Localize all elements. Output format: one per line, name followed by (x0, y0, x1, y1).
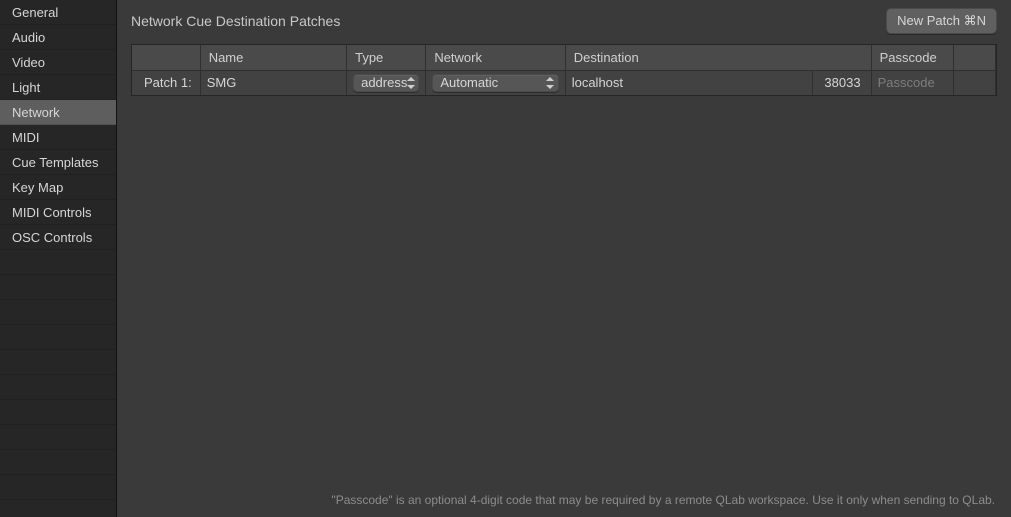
new-patch-button-label: New Patch ⌘N (897, 13, 986, 28)
sidebar-item-empty: . (0, 325, 116, 350)
sidebar-item-empty: . (0, 375, 116, 400)
footer-note: "Passcode" is an optional 4-digit code t… (331, 493, 995, 507)
sidebar-item-label: MIDI Controls (12, 205, 91, 220)
sidebar-item-empty: . (0, 475, 116, 500)
col-header-blank (132, 45, 200, 70)
sidebar-item-label: MIDI (12, 130, 39, 145)
updown-arrows-icon (546, 77, 554, 89)
sidebar-item-general[interactable]: General (0, 0, 116, 25)
patch-name-value: SMG (207, 75, 237, 90)
sidebar-item-label: General (12, 5, 58, 20)
sidebar-item-label: Light (12, 80, 40, 95)
port-value: 38033 (824, 75, 860, 90)
sidebar-item-midi[interactable]: MIDI (0, 125, 116, 150)
patch-port-cell[interactable]: 38033 (813, 70, 871, 95)
sidebar-item-cue-templates[interactable]: Cue Templates (0, 150, 116, 175)
page-title: Network Cue Destination Patches (131, 13, 886, 29)
col-header-name: Name (200, 45, 346, 70)
updown-arrows-icon (407, 77, 414, 89)
patch-network-cell: Automatic (426, 70, 565, 95)
sidebar-item-empty: . (0, 275, 116, 300)
patch-label-cell: Patch 1: (132, 70, 200, 95)
sidebar-item-label: Network (12, 105, 60, 120)
sidebar: General Audio Video Light Network MIDI C… (0, 0, 117, 517)
sidebar-item-label: Key Map (12, 180, 63, 195)
destination-value: localhost (572, 75, 623, 90)
patch-type-cell: address (347, 70, 426, 95)
table-row: Patch 1: SMG address (132, 70, 996, 95)
sidebar-item-label: OSC Controls (12, 230, 92, 245)
network-select-value: Automatic (440, 75, 498, 90)
patch-table: Name Type Network Destination Passcode P… (132, 45, 996, 95)
type-select[interactable]: address (353, 74, 419, 92)
type-select-value: address (361, 75, 407, 90)
sidebar-item-light[interactable]: Light (0, 75, 116, 100)
empty-area (117, 96, 1011, 517)
sidebar-item-network[interactable]: Network (0, 100, 116, 125)
network-select[interactable]: Automatic (432, 74, 558, 92)
app-root: General Audio Video Light Network MIDI C… (0, 0, 1011, 517)
sidebar-item-label: Audio (12, 30, 45, 45)
patch-destination-cell[interactable]: localhost (565, 70, 813, 95)
header-row: Network Cue Destination Patches New Patc… (117, 0, 1011, 36)
sidebar-item-empty: . (0, 400, 116, 425)
new-patch-button[interactable]: New Patch ⌘N (886, 8, 997, 34)
sidebar-item-empty: . (0, 450, 116, 475)
table-header-row: Name Type Network Destination Passcode (132, 45, 996, 70)
sidebar-item-audio[interactable]: Audio (0, 25, 116, 50)
sidebar-item-empty: . (0, 250, 116, 275)
sidebar-item-label: Video (12, 55, 45, 70)
sidebar-item-empty: . (0, 300, 116, 325)
sidebar-item-midi-controls[interactable]: MIDI Controls (0, 200, 116, 225)
patch-name-cell[interactable]: SMG (200, 70, 346, 95)
sidebar-item-video[interactable]: Video (0, 50, 116, 75)
sidebar-item-empty: . (0, 350, 116, 375)
patch-passcode-cell[interactable]: Passcode (871, 70, 953, 95)
patch-end-cell (953, 70, 995, 95)
sidebar-item-label: Cue Templates (12, 155, 98, 170)
col-header-network: Network (426, 45, 565, 70)
col-header-type: Type (347, 45, 426, 70)
sidebar-item-empty: . (0, 425, 116, 450)
passcode-placeholder: Passcode (878, 75, 935, 90)
col-header-passcode: Passcode (871, 45, 953, 70)
col-header-destination: Destination (565, 45, 871, 70)
patch-label: Patch 1: (144, 75, 192, 90)
patch-table-wrap: Name Type Network Destination Passcode P… (131, 44, 997, 96)
col-header-end (953, 45, 995, 70)
sidebar-item-key-map[interactable]: Key Map (0, 175, 116, 200)
sidebar-item-osc-controls[interactable]: OSC Controls (0, 225, 116, 250)
main-panel: Network Cue Destination Patches New Patc… (117, 0, 1011, 517)
